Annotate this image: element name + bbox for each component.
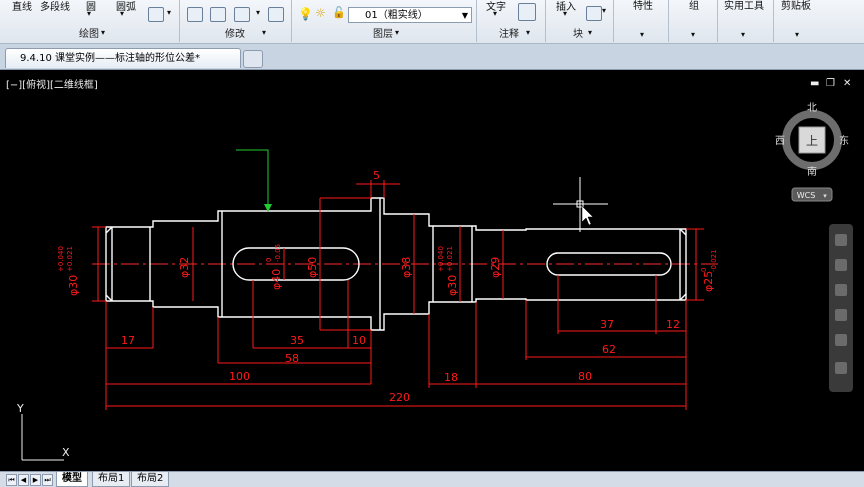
- navbar-options-icon[interactable]: [835, 362, 847, 374]
- dim-d32: φ32: [178, 257, 191, 278]
- compass-north[interactable]: 北: [807, 102, 817, 114]
- dim-37: 37: [600, 318, 614, 331]
- showmotion-icon[interactable]: [835, 334, 847, 346]
- tol-right-lower: +0.021: [446, 246, 454, 272]
- wcs-chevron-icon: ▾: [823, 192, 827, 200]
- pan-icon[interactable]: [835, 259, 847, 271]
- dim-d30-right: φ30: [446, 275, 459, 296]
- dim-58: 58: [285, 352, 299, 365]
- dim-d38: φ38: [400, 257, 413, 278]
- dim-220: 220: [389, 391, 410, 404]
- dimension-texts: 17 35 10 58 100 18 80 220 37 12 62 5 φ30…: [57, 169, 718, 404]
- crosshair-cursor: [553, 177, 608, 232]
- drawing-svg: 上 北 南 东 西 WCS ▾ Y X 17 35 10 58 100 18 8…: [16, 102, 849, 461]
- dim-100: 100: [229, 370, 250, 383]
- steering-wheel-icon[interactable]: [835, 234, 847, 246]
- viewcube[interactable]: 上 北 南 东 西: [775, 102, 849, 178]
- prev-layout-icon[interactable]: ◀: [18, 474, 29, 486]
- wcs-label: WCS: [797, 191, 816, 200]
- dim-d25: φ25: [702, 271, 715, 292]
- tol-d40-upper: 0: [265, 258, 273, 262]
- tol-d25-upper: 0: [700, 268, 708, 272]
- compass-west[interactable]: 西: [775, 136, 785, 147]
- pointer-arrow-icon: [581, 205, 594, 226]
- tol-d25-lower: -0.021: [710, 249, 718, 272]
- dim-d40: φ40: [270, 269, 283, 290]
- dim-10: 10: [352, 334, 366, 347]
- wcs-menu[interactable]: WCS ▾: [791, 187, 833, 202]
- ucs-icon: [21, 414, 64, 461]
- tol-left-upper: +0.040: [57, 246, 65, 272]
- compass-east[interactable]: 东: [839, 134, 849, 147]
- tol-d40-lower: -0.05: [274, 244, 282, 262]
- dim-17: 17: [121, 334, 135, 347]
- tab-model[interactable]: 模型: [56, 472, 88, 487]
- dim-d50: φ50: [306, 257, 319, 278]
- tol-left-lower: +0.021: [66, 246, 74, 272]
- tab-layout1[interactable]: 布局1: [92, 472, 131, 487]
- ucs-x-label: X: [62, 446, 70, 459]
- ucs-y-label: Y: [16, 402, 24, 415]
- navigation-bar: [829, 224, 853, 392]
- compass-south[interactable]: 南: [807, 165, 817, 178]
- dim-35: 35: [290, 334, 304, 347]
- dim-5: 5: [373, 169, 380, 182]
- zoom-icon[interactable]: [835, 284, 847, 296]
- dim-18: 18: [444, 371, 458, 384]
- dim-d30-left: φ30: [67, 275, 80, 296]
- dim-80: 80: [578, 370, 592, 383]
- viewcube-face-label: 上: [806, 134, 818, 148]
- last-layout-icon[interactable]: ⏭: [42, 474, 53, 486]
- tol-right-upper: +0.040: [437, 246, 445, 272]
- layout-tab-bar: ⏮ ◀ ▶ ⏭ 模型 布局1 布局2: [0, 471, 864, 487]
- next-layout-icon[interactable]: ▶: [30, 474, 41, 486]
- orbit-icon[interactable]: [835, 309, 847, 321]
- tab-layout2[interactable]: 布局2: [131, 472, 170, 487]
- leader-line: [236, 149, 269, 210]
- first-layout-icon[interactable]: ⏮: [6, 474, 17, 486]
- dim-62: 62: [602, 343, 616, 356]
- dim-d29: φ29: [489, 257, 502, 278]
- dim-12: 12: [666, 318, 680, 331]
